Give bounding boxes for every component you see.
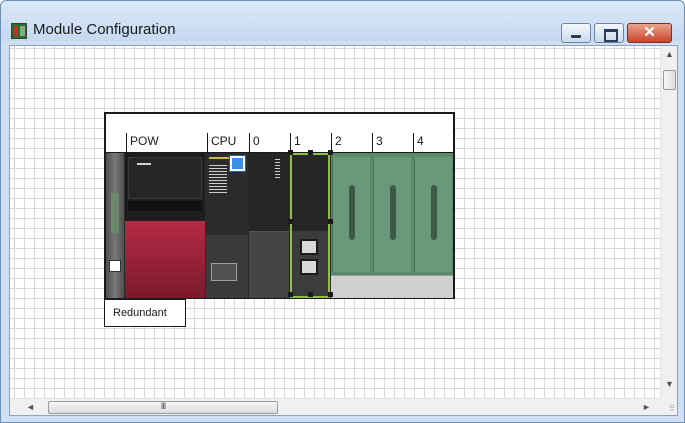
close-button[interactable]: ✕ [627, 23, 672, 43]
vertical-scrollbar[interactable]: ▲ ▼ [660, 46, 677, 398]
window-title: Module Configuration [33, 21, 176, 38]
connector-icon [300, 239, 318, 255]
close-icon: ✕ [643, 24, 656, 41]
slot-label-4: 4 [413, 133, 453, 152]
slot-label-pow: POW [126, 133, 206, 152]
power-supply-module[interactable] [125, 153, 205, 298]
scroll-corner: ⠿ [660, 398, 677, 415]
scroll-up-icon[interactable]: ▲ [661, 46, 678, 63]
io-terminal-block [249, 231, 289, 298]
module-configuration-block[interactable]: POW CPU 0 1 2 3 4 [104, 112, 455, 299]
network-module-slot-1[interactable] [290, 153, 330, 298]
selection-handle[interactable] [328, 219, 333, 224]
selection-handle[interactable] [328, 292, 333, 297]
scroll-left-icon[interactable]: ◄ [22, 399, 39, 416]
selection-handle[interactable] [308, 150, 313, 155]
connector-icon [300, 259, 318, 275]
selection-handle[interactable] [288, 150, 293, 155]
side-slot [111, 193, 119, 233]
slot-rib [390, 185, 396, 240]
selection-handle[interactable] [308, 292, 313, 297]
slot-rib [431, 185, 437, 240]
grid-canvas[interactable]: POW CPU 0 1 2 3 4 Redundant [10, 46, 660, 398]
ethernet-port-icon [211, 263, 237, 281]
empty-slots-2-4[interactable] [331, 153, 453, 298]
horizontal-scrollbar[interactable]: ◄ III ► [10, 398, 660, 415]
slot-label-cpu: CPU [207, 133, 248, 152]
slot-label-0: 0 [249, 133, 289, 152]
io-led-panel [275, 159, 280, 179]
horizontal-scroll-thumb[interactable]: III [48, 401, 278, 414]
cpu-module[interactable] [206, 153, 248, 298]
cpu-led-panel [209, 165, 227, 195]
base-foot [331, 275, 453, 298]
slot-label-3: 3 [372, 133, 412, 152]
module-configuration-window: Module Configuration ✕ POW CPU 0 1 2 3 4 [0, 0, 685, 423]
slot-rib [349, 185, 355, 240]
client-area: POW CPU 0 1 2 3 4 Redundant ▲ ▼ ◄ III ► … [9, 45, 678, 416]
selection-handle[interactable] [288, 219, 293, 224]
scroll-right-icon[interactable]: ► [638, 399, 655, 416]
power-indicator [137, 163, 151, 165]
power-terminal-cover [125, 221, 205, 298]
vertical-scroll-thumb[interactable] [663, 70, 676, 90]
power-top-panel [128, 157, 202, 199]
base-unit [106, 152, 453, 298]
module-config-app-icon [11, 23, 27, 39]
thumb-grip-icon: III [160, 401, 167, 411]
resize-grip-icon[interactable]: ⠿ [669, 404, 675, 413]
cpu-selection-marker[interactable] [229, 155, 246, 172]
maximize-button[interactable] [594, 23, 624, 43]
power-slit [128, 201, 202, 211]
slot-label-2: 2 [331, 133, 371, 152]
side-handle[interactable] [109, 260, 121, 272]
title-bar[interactable]: Module Configuration ✕ [1, 1, 684, 43]
io-module-slot-0[interactable] [249, 153, 289, 298]
redundant-tag[interactable]: Redundant [104, 299, 186, 327]
scroll-down-icon[interactable]: ▼ [661, 376, 678, 393]
base-side-module[interactable] [106, 153, 124, 298]
minimize-button[interactable] [561, 23, 591, 43]
selection-handle[interactable] [288, 292, 293, 297]
selection-handle[interactable] [328, 150, 333, 155]
